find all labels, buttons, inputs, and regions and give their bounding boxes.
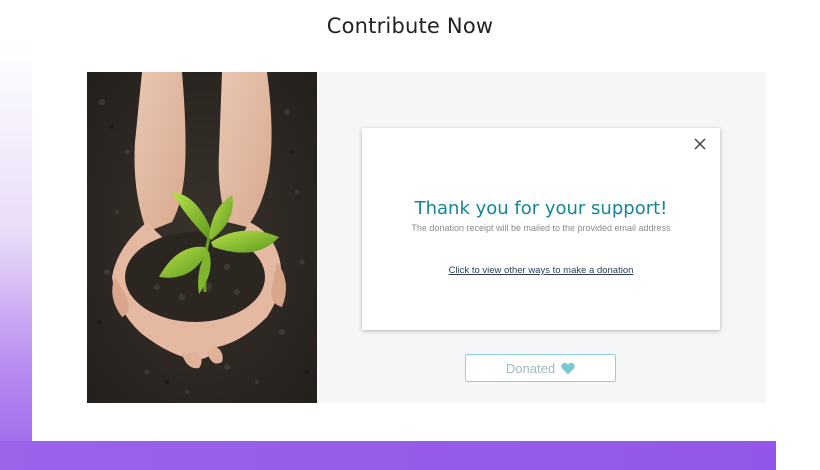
background-gradient-left <box>0 40 32 470</box>
donated-button[interactable]: Donated <box>465 354 616 382</box>
background-gradient-bottom <box>0 441 776 470</box>
heart-icon <box>561 362 575 375</box>
thank-you-modal: Thank you for your support! The donation… <box>362 128 720 330</box>
modal-heading: Thank you for your support! <box>414 198 668 219</box>
other-ways-link[interactable]: Click to view other ways to make a donat… <box>362 265 720 276</box>
modal-subtext: The donation receipt will be mailed to t… <box>411 223 671 233</box>
donated-button-label: Donated <box>505 360 556 376</box>
close-icon[interactable] <box>692 136 708 152</box>
page-title: Contribute Now <box>326 14 494 38</box>
seedling-photo <box>87 72 317 403</box>
